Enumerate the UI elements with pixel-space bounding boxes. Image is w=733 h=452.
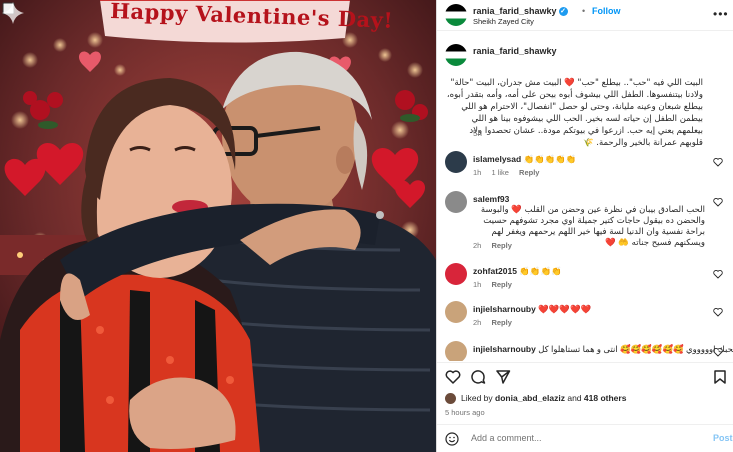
comment-line: injielsharnouby أنا بحبك اوووووي 🥰🥰🥰🥰🥰🥰 … xyxy=(473,344,733,355)
post-comment-button[interactable]: Post xyxy=(713,433,733,443)
comment-meta: 1h 1 like Reply xyxy=(473,168,547,177)
comment-text: 👏👏👏👏👏 xyxy=(523,154,577,164)
post-header: rania_farid_shawky ✓ • Follow Sheikh Zaye… xyxy=(437,0,733,31)
comment-meta: 2h Reply xyxy=(473,318,520,327)
heart-outline-icon[interactable] xyxy=(713,269,723,279)
commenter-username[interactable]: islamelysad xyxy=(473,154,521,164)
author-username-text[interactable]: rania_farid_shawky xyxy=(473,6,557,16)
post-photo[interactable]: Happy Valentine's Day! xyxy=(0,0,436,452)
comment-time: 1h xyxy=(473,168,482,177)
commenter-avatar[interactable] xyxy=(445,191,467,213)
instagram-post-view: Happy Valentine's Day! rania_farid_shawk… xyxy=(0,0,733,452)
comment-input[interactable] xyxy=(471,433,671,443)
liked-by-prefix: Liked by xyxy=(461,393,493,403)
post-timestamp[interactable]: 5 hours ago xyxy=(445,408,485,417)
caption-username[interactable]: rania_farid_shawky xyxy=(473,46,557,56)
heart-icon[interactable] xyxy=(445,369,461,385)
author-username[interactable]: rania_farid_shawky ✓ xyxy=(473,6,568,17)
comment-text: أنا بحبك اوووووي 🥰🥰🥰🥰🥰🥰 انتى و هما تستاه… xyxy=(538,344,733,354)
reply-button[interactable]: Reply xyxy=(519,168,539,177)
liked-by-others[interactable]: 418 others xyxy=(584,393,627,403)
commenter-username[interactable]: injielsharnouby xyxy=(473,304,536,314)
comment-line: injielsharnouby ❤️❤️❤️❤️❤️ xyxy=(473,304,591,315)
post-side-panel: rania_farid_shawky ✓ • Follow Sheikh Zaye… xyxy=(436,0,733,452)
comments-scroll-area[interactable]: rania_farid_shawky البيت اللي فيه "حب"..… xyxy=(437,31,733,361)
comment-text: 👏👏👏👏 xyxy=(519,266,562,276)
follow-button[interactable]: Follow xyxy=(592,6,621,16)
commenter-username[interactable]: zohfat2015 xyxy=(473,266,517,276)
post-actions-bar xyxy=(437,362,733,390)
caption-time: 5h xyxy=(473,129,482,138)
share-icon[interactable] xyxy=(495,369,511,385)
caption-avatar[interactable] xyxy=(445,44,467,66)
comment-time: 2h xyxy=(473,241,482,250)
author-avatar[interactable] xyxy=(445,4,467,26)
commenter-avatar[interactable] xyxy=(445,301,467,323)
comment-likes[interactable]: 1 like xyxy=(491,168,509,177)
comment-time: 2h xyxy=(473,318,482,327)
heart-outline-icon[interactable] xyxy=(713,197,723,207)
reply-button[interactable]: Reply xyxy=(491,318,511,327)
heart-outline-icon[interactable] xyxy=(713,347,723,357)
liked-by-text: Liked by donia_abd_elaziz and 418 others xyxy=(461,393,626,403)
ai-sparkle-icon xyxy=(2,2,24,24)
bookmark-icon[interactable] xyxy=(712,369,728,385)
comment-meta: 2h Reply xyxy=(473,241,520,250)
comment-icon[interactable] xyxy=(470,369,486,385)
photo-illustration xyxy=(0,0,436,452)
heart-outline-icon[interactable] xyxy=(713,307,723,317)
commenter-username[interactable]: salemf93 xyxy=(473,194,509,204)
emoji-icon[interactable] xyxy=(445,432,459,446)
caption-text: البيت اللي فيه "حب".. بيطلع "حب" ❤️ البي… xyxy=(446,78,703,148)
comment-time: 1h xyxy=(473,280,482,289)
comment-line: zohfat2015 👏👏👏👏 xyxy=(473,266,562,277)
reply-button[interactable]: Reply xyxy=(491,280,511,289)
add-comment-bar: Post xyxy=(437,424,733,452)
commenter-avatar[interactable] xyxy=(445,151,467,173)
commenter-avatar[interactable] xyxy=(445,263,467,285)
comment-text: ❤️❤️❤️❤️❤️ xyxy=(538,304,592,314)
commenter-avatar[interactable] xyxy=(445,341,467,361)
commenter-username[interactable]: injielsharnouby xyxy=(473,344,536,354)
liked-by-and: and xyxy=(567,393,582,403)
more-options-icon[interactable]: ••• xyxy=(713,7,729,21)
verified-badge-icon: ✓ xyxy=(558,7,568,17)
heart-outline-icon[interactable] xyxy=(713,157,723,167)
post-location[interactable]: Sheikh Zayed City xyxy=(473,17,534,26)
liked-by-avatar[interactable] xyxy=(445,393,456,404)
comment-line: islamelysad 👏👏👏👏👏 xyxy=(473,154,577,165)
comment-meta: 1h Reply xyxy=(473,280,520,289)
separator-dot: • xyxy=(582,6,586,16)
reply-button[interactable]: Reply xyxy=(491,241,511,250)
liked-by-user[interactable]: donia_abd_elaziz xyxy=(495,393,565,403)
